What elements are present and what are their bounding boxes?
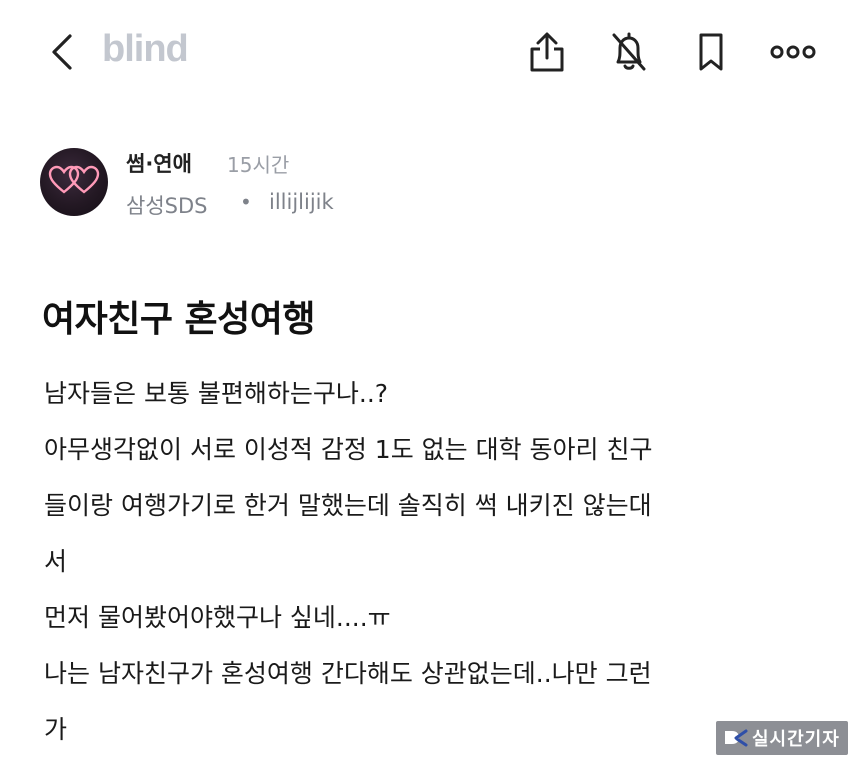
notification-off-icon: [612, 32, 646, 71]
post-body-line: 남자들은 보통 불편해하는구나..?: [44, 379, 389, 408]
app-logo[interactable]: blind: [102, 28, 189, 71]
post-body-line: 먼저 물어봤어야했구나 싶네....ㅠ: [44, 603, 391, 632]
post-body-line: 들이랑 여행가기로 한거 말했는데 솔직히 썩 내키진 않는대: [44, 491, 652, 520]
header-actions: [492, 28, 820, 76]
share-icon: [530, 32, 564, 72]
hearts-icon: [48, 165, 100, 194]
watermark-logo-icon: [725, 729, 748, 747]
more-button[interactable]: [766, 28, 820, 76]
post-category[interactable]: 썸·연애: [126, 148, 192, 178]
post-body-line: 서: [44, 547, 68, 576]
post-body: 남자들은 보통 불편해하는구나..? 아무생각없이 서로 이성적 감정 1도 없…: [44, 366, 814, 758]
meta-separator: •: [240, 190, 252, 214]
chevron-left-icon: [52, 34, 72, 70]
share-button[interactable]: [520, 28, 574, 76]
more-icon: [770, 45, 816, 59]
post-author-info: 썸·연애 15시간 삼성SDS • illijlijik: [40, 146, 740, 218]
post-time: 15시간: [227, 153, 290, 177]
author-nickname: illijlijik: [269, 190, 334, 214]
notification-toggle-button[interactable]: [602, 28, 656, 76]
bookmark-button[interactable]: [684, 28, 738, 76]
post-body-line: 가: [44, 715, 68, 744]
top-bar: blind: [0, 0, 850, 104]
post-title: 여자친구 혼성여행: [42, 299, 316, 340]
watermark: 실시간기자: [716, 721, 848, 755]
back-button[interactable]: [40, 30, 84, 74]
watermark-text: 실시간기자: [752, 729, 840, 750]
post-body-line: 아무생각없이 서로 이성적 감정 1도 없는 대학 동아리 친구: [44, 435, 653, 464]
author-company[interactable]: 삼성SDS: [126, 190, 207, 220]
avatar[interactable]: [40, 148, 108, 216]
bookmark-icon: [699, 33, 723, 71]
post-body-line: 나는 남자친구가 혼성여행 간다해도 상관없는데..나만 그런: [44, 659, 652, 688]
